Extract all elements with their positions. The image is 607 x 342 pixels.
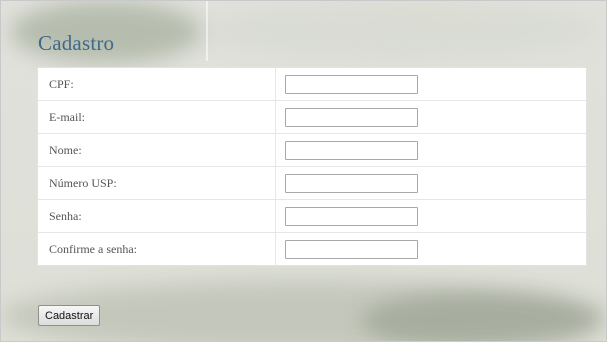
form-row-numero-usp: Número USP: <box>37 166 587 200</box>
senha-label: Senha: <box>37 199 276 233</box>
senha-input[interactable] <box>285 206 418 226</box>
cpf-input[interactable] <box>285 74 418 94</box>
cpf-label: CPF: <box>37 67 276 101</box>
nome-input[interactable] <box>285 140 418 160</box>
form-row-nome: Nome: <box>37 133 587 167</box>
form-row-senha: Senha: <box>37 199 587 233</box>
form-row-cpf: CPF: <box>37 67 587 101</box>
numero-usp-label: Número USP: <box>37 166 276 200</box>
registration-form-table: CPF: E-mail: Nome: Número USP: Senha: Co… <box>37 67 587 266</box>
email-input[interactable] <box>285 107 418 127</box>
form-row-confirme-senha: Confirme a senha: <box>37 232 587 266</box>
confirme-senha-input[interactable] <box>285 239 418 259</box>
form-row-email: E-mail: <box>37 100 587 134</box>
email-label: E-mail: <box>37 100 276 134</box>
registration-page: Cadastro CPF: E-mail: Nome: Número USP: <box>0 0 607 342</box>
nome-label: Nome: <box>37 133 276 167</box>
cadastrar-button[interactable]: Cadastrar <box>38 305 101 326</box>
page-title: Cadastro <box>38 31 115 55</box>
confirme-senha-label: Confirme a senha: <box>37 232 276 266</box>
numero-usp-input[interactable] <box>285 173 418 193</box>
